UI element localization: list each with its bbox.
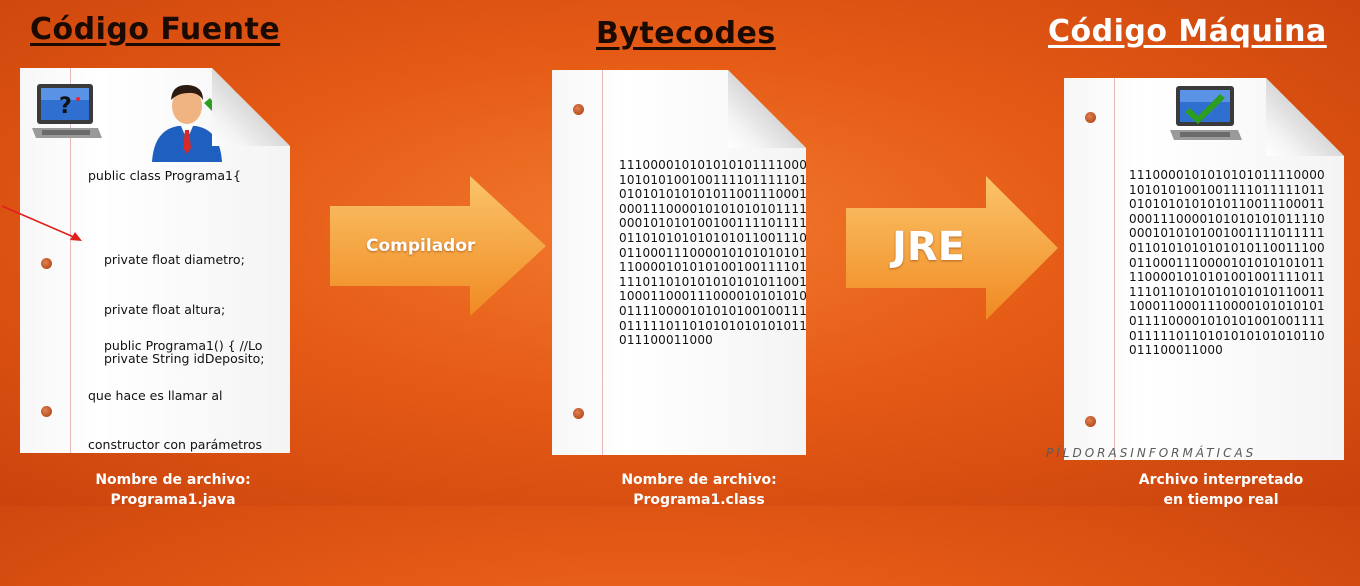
caption-line: Programa1.class bbox=[633, 492, 765, 508]
page-hole bbox=[41, 406, 52, 417]
constructor-line: constructor con parámetros bbox=[88, 437, 263, 452]
binary-line: 0110101010101010110011100 bbox=[619, 230, 815, 245]
binary-line: 0111100001010101001001111 bbox=[619, 303, 815, 318]
binary-line: 1100001010101001001111011 bbox=[619, 260, 815, 275]
binary-line: 0111110110101010101010110 bbox=[1129, 328, 1325, 343]
page-hole bbox=[41, 258, 52, 269]
binary-line: 0101010101010110011100011 bbox=[619, 187, 815, 202]
constructor-line: this(0,0,""); } bbox=[88, 536, 244, 551]
pointer-arrow-icon bbox=[1, 205, 82, 241]
jre-label: JRE bbox=[892, 224, 966, 270]
bytecode-binary: 1110000101010101011110000 101010100100111… bbox=[619, 158, 815, 348]
constructor-code: public Programa1() { //Lo que hace es ll… bbox=[88, 305, 288, 586]
binary-line: 0001110000101010101011110 bbox=[619, 201, 815, 216]
binary-line: 1110000101010101011110000 bbox=[619, 158, 815, 172]
binary-line: 1000110001110000101010101 bbox=[619, 289, 815, 304]
machine-caption: Archivo interpretado en tiempo real bbox=[1116, 470, 1326, 510]
binary-line: 1110110101010101010110011 bbox=[619, 274, 815, 289]
caption-line: Nombre de archivo: bbox=[95, 472, 251, 488]
compiler-label: Compilador bbox=[366, 236, 476, 256]
title-source-code: Código Fuente bbox=[30, 12, 281, 47]
page-hole bbox=[1085, 112, 1096, 123]
source-code-page: ? public class Programa1{ private float … bbox=[20, 68, 290, 453]
page-fold bbox=[1266, 78, 1344, 156]
machine-code-page: 1110000101010101011110000 101010100100111… bbox=[1064, 78, 1344, 460]
binary-line: 0001010101001001111011111 bbox=[619, 216, 815, 231]
binary-line: 1110110101010101010110011 bbox=[1129, 284, 1325, 299]
binary-line: 011100011000 bbox=[619, 333, 714, 348]
title-bytecodes: Bytecodes bbox=[596, 16, 776, 51]
binary-line: 0110001110000101010101011 bbox=[619, 245, 815, 260]
binary-line: 0101010101010110011100011 bbox=[1129, 197, 1325, 212]
watermark: PÍLDORASINFORMÁTICAS bbox=[1046, 446, 1257, 460]
binary-line: 0001010101001001111011111 bbox=[1129, 226, 1325, 241]
title-machine-code: Código Máquina bbox=[1048, 14, 1327, 49]
caption-line: en tiempo real bbox=[1163, 492, 1279, 508]
page-margin-line bbox=[1114, 78, 1115, 460]
binary-line: 1110000101010101011110000 bbox=[1129, 168, 1325, 182]
machine-binary: 1110000101010101011110000 101010100100111… bbox=[1129, 168, 1325, 358]
bytecode-caption: Nombre de archivo: Programa1.class bbox=[604, 470, 794, 510]
page-margin-line bbox=[602, 70, 603, 455]
page-fold bbox=[728, 70, 806, 148]
page-hole bbox=[573, 104, 584, 115]
page-hole bbox=[1085, 416, 1096, 427]
binary-line: 0110001110000101010101011 bbox=[1129, 255, 1325, 270]
binary-line: 0111100001010101001001111 bbox=[1129, 313, 1325, 328]
constructor-line: que hace es llamar al bbox=[88, 387, 223, 403]
laptop-question-icon: ? bbox=[32, 82, 102, 144]
bytecode-page: 1110000101010101011110000 101010100100111… bbox=[552, 70, 806, 455]
caption-line: Archivo interpretado bbox=[1138, 472, 1304, 488]
svg-text:?: ? bbox=[59, 94, 72, 119]
binary-line: 0001110000101010101011110 bbox=[1129, 211, 1325, 226]
page-hole bbox=[573, 408, 584, 419]
laptop-check-icon bbox=[1168, 84, 1248, 144]
binary-line: 1000110001110000101010101 bbox=[1129, 299, 1325, 314]
binary-line: 1010101001001111011111011 bbox=[619, 172, 815, 187]
page-fold bbox=[212, 68, 290, 146]
source-caption: Nombre de archivo: Programa1.java bbox=[78, 470, 268, 510]
class-declaration: public class Programa1{ bbox=[88, 168, 241, 183]
caption-line: Nombre de archivo: bbox=[621, 472, 777, 488]
binary-line: 0111110110101010101010110 bbox=[619, 318, 815, 333]
constructor-line: public Programa1() { //Lo bbox=[104, 338, 263, 353]
binary-line: 011100011000 bbox=[1129, 343, 1224, 358]
field-line: private float diametro; bbox=[104, 252, 245, 267]
binary-line: 1100001010101001001111011 bbox=[1129, 270, 1325, 285]
binary-line: 0110101010101010110011100 bbox=[1129, 240, 1325, 255]
binary-line: 1010101001001111011111011 bbox=[1129, 182, 1325, 197]
caption-line: Programa1.java bbox=[110, 492, 236, 508]
